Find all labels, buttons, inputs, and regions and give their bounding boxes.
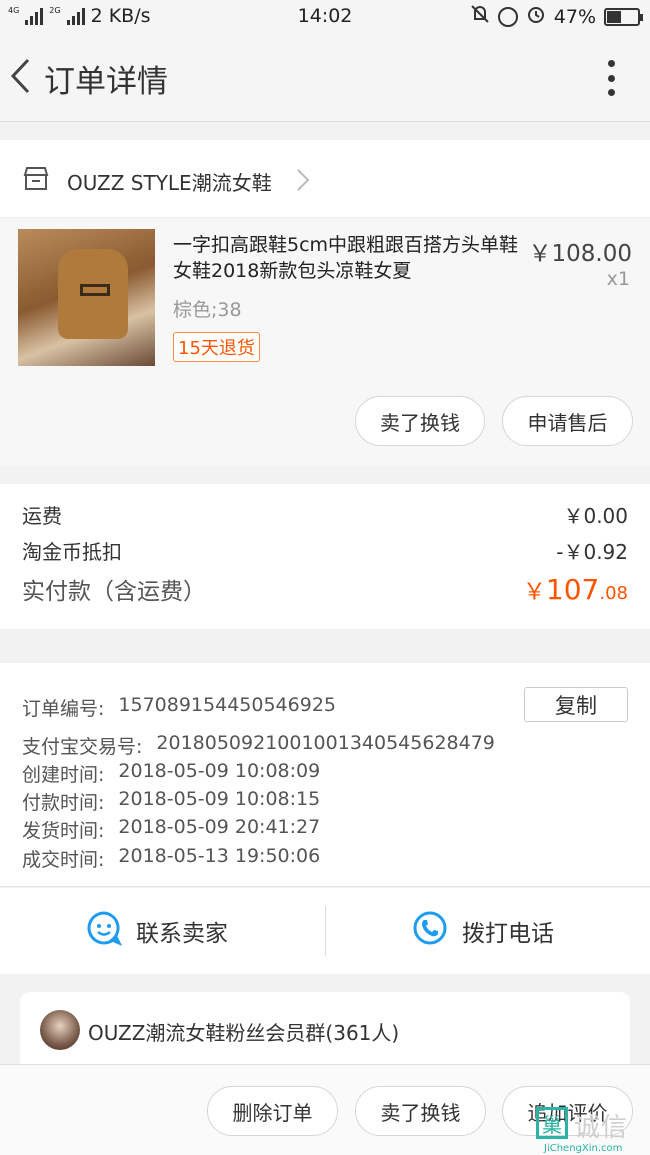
paid-time: 2018-05-09 10:08:15 (118, 788, 321, 810)
divider (325, 906, 326, 956)
watermark-text: 诚信 (574, 1113, 629, 1143)
store-icon (22, 166, 50, 196)
paid-label: 付款时间: (22, 792, 105, 814)
shop-name: OUZZ STYLE潮流女鞋 (67, 171, 272, 195)
watermark-logo: 巢 (536, 1107, 568, 1139)
contact-seller-label: 联系卖家 (136, 921, 228, 947)
phone-icon (412, 910, 448, 952)
fan-group-card[interactable]: OUZZ潮流女鞋粉丝会员群(361人) (20, 992, 630, 1072)
watermark-url: JiChengXin.com (544, 1143, 623, 1154)
site-watermark: 巢 诚信 JiChengXin.com (534, 1105, 650, 1155)
return-policy-badge: 15天退货 (173, 332, 260, 362)
coin-label: 淘金币抵扣 (22, 540, 122, 564)
coin-discount-row: 淘金币抵扣 -￥0.92 (22, 536, 628, 565)
created-row: 创建时间: 2018-05-09 10:08:09 (22, 760, 320, 787)
shipping-row: 运费 ￥0.00 (22, 500, 628, 529)
lock-rotation-icon (497, 6, 518, 27)
total-integer: 107 (545, 573, 600, 606)
resell-bottom-button[interactable]: 卖了换钱 (355, 1086, 486, 1136)
order-item: 一字扣高跟鞋5cm中跟粗跟百搭方头单鞋女鞋2018新款包头凉鞋女夏 ￥108.0… (0, 218, 650, 466)
order-info: 订单编号: 157089154450546925 复制 支付宝交易号: 2018… (0, 663, 650, 887)
call-phone-button[interactable]: 拨打电话 (412, 888, 554, 974)
paid-row: 付款时间: 2018-05-09 10:08:15 (22, 788, 320, 815)
completed-label: 成交时间: (22, 849, 105, 871)
total-amount: ￥107.08 (523, 572, 628, 606)
nav-bar: 订单详情 (0, 34, 650, 122)
order-number: 157089154450546925 (118, 694, 336, 716)
total-currency: ￥ (522, 579, 546, 605)
delete-order-button[interactable]: 删除订单 (207, 1086, 338, 1136)
product-quantity: x1 (606, 268, 630, 290)
total-row: 实付款（含运费） ￥107.08 (22, 572, 628, 606)
after-sales-button[interactable]: 申请售后 (502, 396, 633, 446)
created-label: 创建时间: (22, 764, 105, 786)
group-name: OUZZ潮流女鞋粉丝会员群(361人) (88, 1021, 400, 1045)
alipay-label: 支付宝交易号: (22, 736, 143, 758)
coin-value: -￥0.92 (556, 540, 628, 564)
completed-time: 2018-05-13 19:50:06 (118, 845, 321, 867)
contact-bar: 联系卖家 拨打电话 (0, 888, 650, 974)
product-sku: 棕色;38 (173, 299, 242, 321)
battery-icon (604, 7, 643, 26)
created-time: 2018-05-09 10:08:09 (118, 760, 321, 782)
total-decimal: .08 (599, 583, 628, 604)
shipped-row: 发货时间: 2018-05-09 20:41:27 (22, 816, 320, 843)
battery-percent: 47% (553, 5, 596, 28)
shop-row[interactable]: OUZZ STYLE潮流女鞋 (0, 140, 650, 218)
total-label: 实付款（含运费） (22, 579, 206, 605)
alipay-number: 2018050921001001340545628479 (156, 732, 495, 754)
group-avatar (40, 1010, 80, 1050)
resell-button[interactable]: 卖了换钱 (355, 396, 485, 446)
product-title[interactable]: 一字扣高跟鞋5cm中跟粗跟百搭方头单鞋女鞋2018新款包头凉鞋女夏 (173, 232, 528, 284)
page-title: 订单详情 (44, 64, 168, 100)
copy-button[interactable]: 复制 (524, 687, 628, 722)
contact-seller-button[interactable]: 联系卖家 (86, 888, 228, 974)
shipped-time: 2018-05-09 20:41:27 (118, 816, 321, 838)
more-menu-icon[interactable] (606, 60, 616, 96)
shipping-label: 运费 (22, 504, 62, 528)
alarm-icon (526, 4, 546, 29)
product-price: ￥108.00 (528, 241, 632, 267)
order-number-row: 订单编号: 157089154450546925 (22, 694, 336, 721)
shipped-label: 发货时间: (22, 820, 105, 842)
shipping-value: ￥0.00 (563, 504, 628, 528)
chat-bubble-icon (86, 910, 123, 952)
chevron-right-icon (296, 168, 310, 196)
payment-summary: 运费 ￥0.00 淘金币抵扣 -￥0.92 实付款（含运费） ￥107.08 (0, 484, 650, 629)
mute-icon (470, 4, 490, 29)
back-arrow-icon[interactable] (8, 56, 34, 96)
product-image[interactable] (18, 229, 155, 366)
status-bar: 4G 2G 2 KB/s 14:02 47% (0, 0, 650, 34)
completed-row: 成交时间: 2018-05-13 19:50:06 (22, 845, 320, 872)
alipay-row: 支付宝交易号: 2018050921001001340545628479 (22, 732, 495, 759)
call-phone-label: 拨打电话 (462, 921, 554, 947)
order-number-label: 订单编号: (22, 698, 105, 720)
